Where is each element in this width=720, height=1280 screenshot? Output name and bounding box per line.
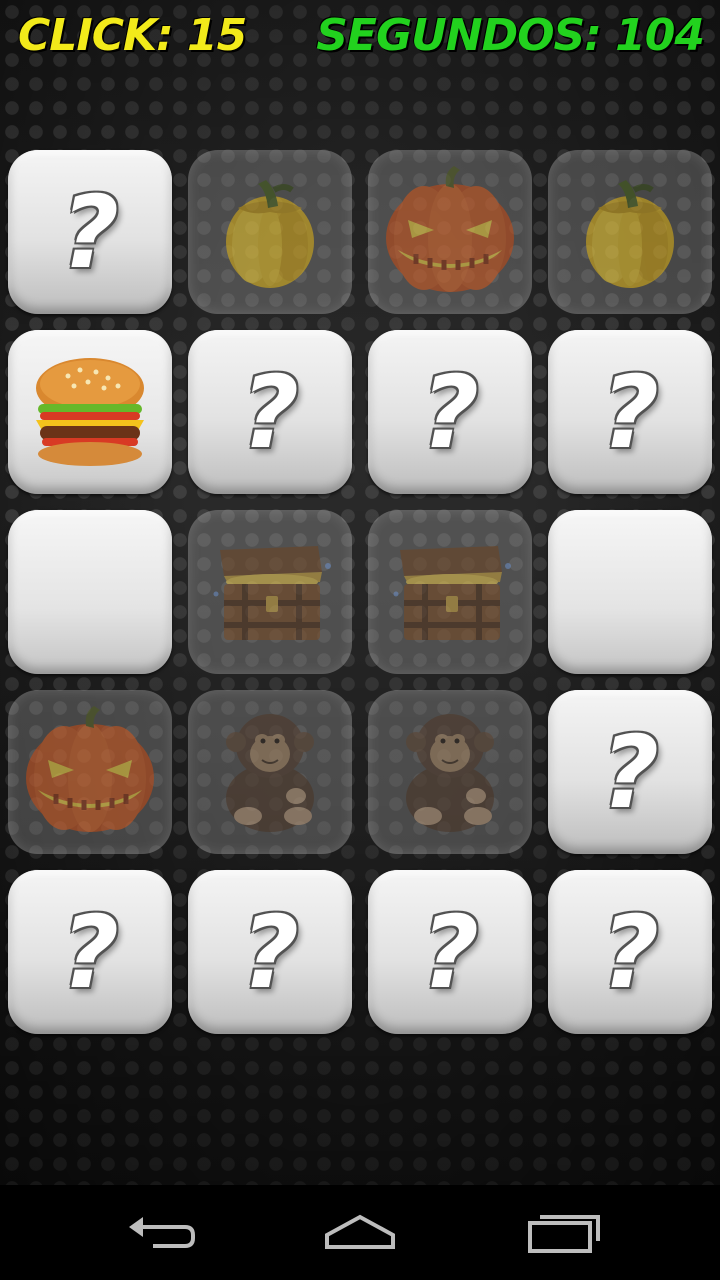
card-grid: ? ? ? ? ? ? ? ? ? (0, 0, 720, 1185)
question-mark-icon: ? (600, 353, 659, 471)
home-button[interactable] (315, 1205, 405, 1260)
memory-card-hidden[interactable]: ? (368, 870, 532, 1034)
memory-card-hidden[interactable]: ? (548, 690, 712, 854)
pumpkin-icon (386, 166, 514, 292)
yellow-pepper-icon (586, 180, 674, 288)
memory-card-matched (188, 510, 352, 674)
memory-card-hidden[interactable]: ? (8, 150, 172, 314)
memory-card-empty[interactable] (8, 510, 172, 674)
question-mark-icon: ? (600, 713, 659, 831)
monkey-plush-icon (226, 714, 314, 832)
memory-card-hidden[interactable]: ? (548, 870, 712, 1034)
memory-card-hidden[interactable]: ? (8, 870, 172, 1034)
pumpkin-icon (26, 706, 154, 832)
question-mark-icon: ? (420, 893, 479, 1011)
memory-card-matched (188, 690, 352, 854)
question-mark-icon: ? (240, 893, 299, 1011)
memory-card-matched (368, 690, 532, 854)
memory-card-matched (8, 690, 172, 854)
question-mark-icon: ? (420, 353, 479, 471)
question-mark-icon: ? (60, 893, 119, 1011)
memory-card-revealed[interactable] (8, 330, 172, 494)
memory-card-matched (548, 150, 712, 314)
memory-card-hidden[interactable]: ? (188, 330, 352, 494)
yellow-pepper-icon (226, 180, 314, 288)
memory-card-matched (188, 150, 352, 314)
monkey-plush-icon (406, 714, 494, 832)
memory-card-hidden[interactable]: ? (188, 870, 352, 1034)
treasure-chest-icon (213, 546, 331, 640)
recents-icon (528, 1215, 600, 1253)
memory-card-matched (368, 510, 532, 674)
question-mark-icon: ? (60, 173, 119, 291)
home-icon (325, 1214, 395, 1249)
memory-card-hidden[interactable]: ? (368, 330, 532, 494)
memory-card-empty[interactable] (548, 510, 712, 674)
burger-icon (36, 358, 144, 466)
question-mark-icon: ? (240, 353, 299, 471)
android-nav-bar (0, 1185, 720, 1280)
treasure-chest-icon (393, 546, 511, 640)
recents-button[interactable] (520, 1205, 610, 1260)
back-button[interactable] (115, 1205, 205, 1260)
memory-card-hidden[interactable]: ? (548, 330, 712, 494)
question-mark-icon: ? (600, 893, 659, 1011)
memory-card-matched (368, 150, 532, 314)
back-icon (129, 1217, 195, 1248)
